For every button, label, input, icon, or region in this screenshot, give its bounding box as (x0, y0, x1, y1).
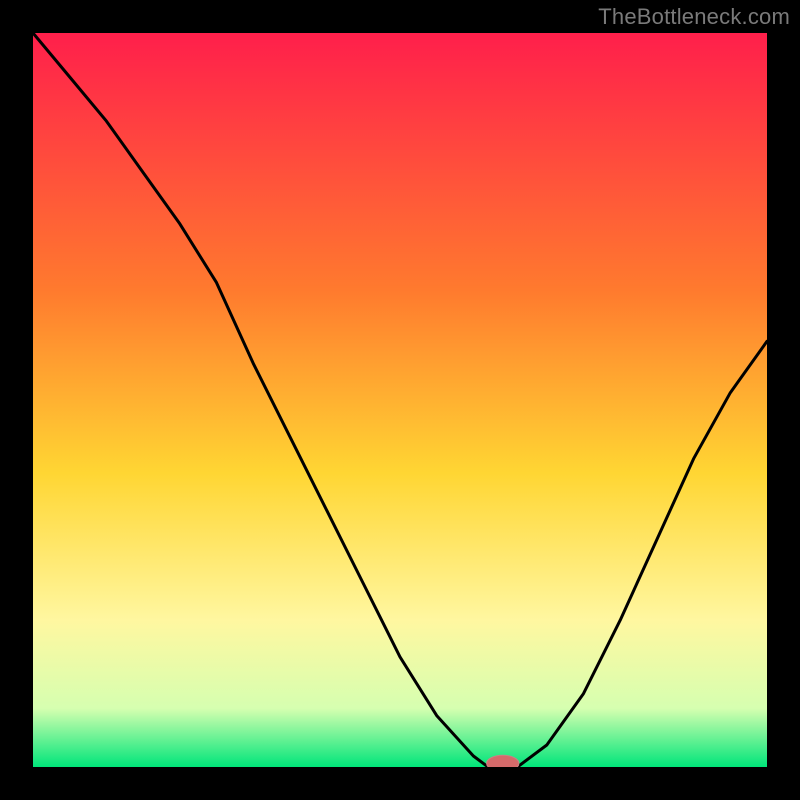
plot-area (33, 33, 767, 767)
watermark: TheBottleneck.com (598, 4, 790, 30)
chart-container: TheBottleneck.com (0, 0, 800, 800)
watermark-text: TheBottleneck.com (598, 4, 790, 29)
chart-svg (33, 33, 767, 767)
